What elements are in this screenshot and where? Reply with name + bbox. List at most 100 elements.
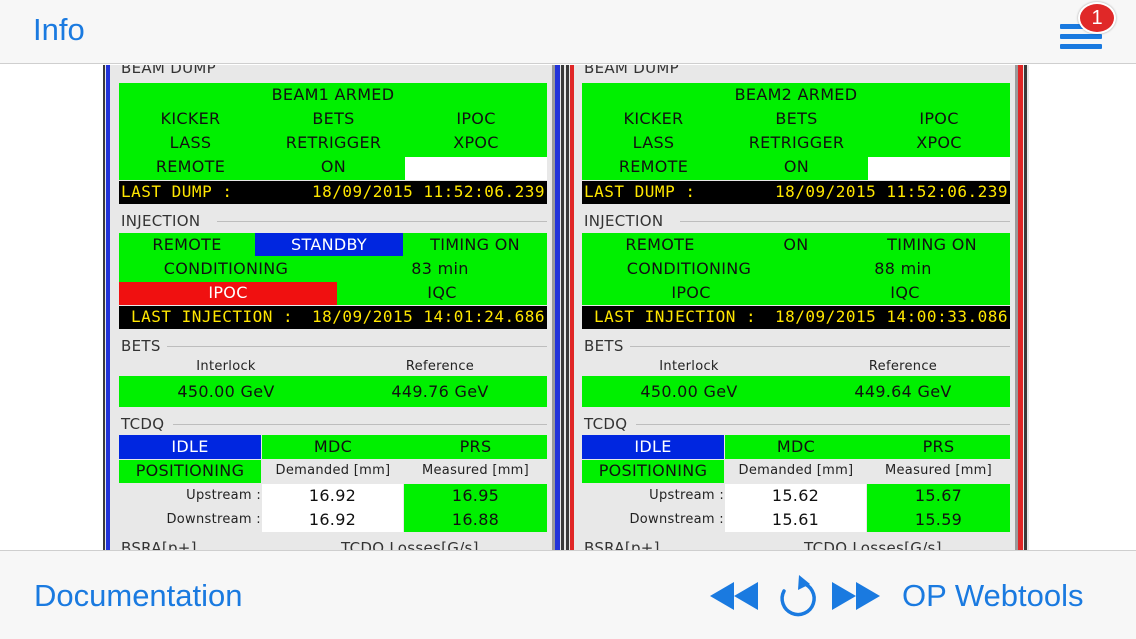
rewind-button[interactable]: [708, 573, 758, 619]
panel-border: [566, 65, 569, 550]
injection-title: INJECTION: [584, 212, 664, 230]
interlock-value: 450.00 GeV: [177, 382, 275, 401]
interlock-label: Interlock: [196, 359, 256, 374]
refresh-icon: [780, 575, 816, 617]
page-title: Info: [33, 12, 85, 47]
section-divider: [173, 424, 547, 425]
ipoc-label: IPOC: [456, 109, 496, 128]
beam-status: BEAM1 ARMED: [271, 85, 395, 104]
tcdq-mdc: MDC: [776, 437, 816, 456]
tcdq-title: TCDQ: [584, 415, 628, 433]
menu-icon-line: [1060, 34, 1102, 39]
injection-iqc: IQC: [890, 283, 920, 302]
tcdq-state: IDLE: [634, 437, 672, 456]
timing-state: TIMING ON: [887, 235, 977, 254]
beam-dump-title: BEAM DUMP: [121, 65, 216, 77]
remote-label: REMOTE: [155, 157, 226, 176]
upstream-measured: 15.67: [914, 486, 963, 505]
beam-status: BEAM2 ARMED: [734, 85, 858, 104]
downstream-measured: 15.59: [914, 510, 963, 529]
bsra-title: BSRA[p+]: [584, 539, 660, 550]
conditioning-value: 83 min: [411, 259, 469, 278]
timing-state: TIMING ON: [430, 235, 520, 254]
injection-title: INJECTION: [121, 212, 201, 230]
downstream-measured: 16.88: [451, 510, 500, 529]
upstream-label: Upstream :: [186, 488, 261, 503]
conditioning-label: CONDITIONING: [163, 259, 289, 278]
measured-label: Measured [mm]: [421, 463, 529, 478]
notification-badge: 1: [1078, 2, 1116, 34]
demanded-label: Demanded [mm]: [275, 463, 391, 478]
last-dump-value: 18/09/2015 11:52:06.239: [774, 182, 1008, 201]
tcdq-prs: PRS: [459, 437, 492, 456]
demanded-label: Demanded [mm]: [738, 463, 854, 478]
section-divider: [680, 221, 1010, 222]
tcdq-state: IDLE: [171, 437, 209, 456]
positioning-label: POSITIONING: [135, 461, 245, 480]
downstream-label: Downstream :: [629, 512, 724, 527]
injection-mode: STANDBY: [291, 235, 367, 254]
bets-label: BETS: [312, 109, 355, 128]
injection-ipoc: IPOC: [208, 283, 248, 302]
beam2-color-stripe: [570, 65, 574, 550]
upstream-label: Upstream :: [649, 488, 724, 503]
last-dump-value: 18/09/2015 11:52:06.239: [311, 182, 545, 201]
injection-iqc: IQC: [427, 283, 457, 302]
xpoc-label: XPOC: [916, 133, 962, 152]
section-divider: [630, 346, 1010, 347]
remote-label: REMOTE: [618, 157, 689, 176]
rewind-icon: [710, 582, 758, 610]
menu-button[interactable]: 1: [1056, 2, 1120, 58]
section-divider: [636, 424, 1010, 425]
last-injection-value: 18/09/2015 14:00:33.086: [774, 307, 1008, 326]
beam1-color-stripe: [555, 65, 560, 550]
last-dump-label: LAST DUMP :: [121, 182, 233, 201]
injection-remote-label: REMOTE: [625, 235, 695, 254]
bets-title: BETS: [584, 337, 624, 355]
upstream-measured: 16.95: [451, 486, 500, 505]
reference-label: Reference: [868, 359, 938, 374]
remote-state: ON: [320, 157, 347, 176]
tcdq-losses-title: TCDQ Losses[G/s]: [804, 539, 942, 550]
documentation-button[interactable]: Documentation: [34, 578, 243, 614]
reference-label: Reference: [405, 359, 475, 374]
last-injection-label: LAST INJECTION :: [594, 307, 757, 326]
fast-forward-button[interactable]: [832, 573, 882, 619]
remote-state: ON: [783, 157, 810, 176]
tcdq-title: TCDQ: [121, 415, 165, 433]
last-injection-value: 18/09/2015 14:01:24.686: [311, 307, 545, 326]
upstream-demanded: 16.92: [308, 486, 357, 505]
tcdq-prs: PRS: [922, 437, 955, 456]
op-webtools-button[interactable]: OP Webtools: [902, 578, 1084, 614]
injection-ipoc: IPOC: [671, 283, 711, 302]
section-divider: [167, 346, 547, 347]
empty-cell: [868, 157, 1010, 180]
navigation-bar: Info 1: [0, 0, 1136, 64]
xpoc-label: XPOC: [453, 133, 499, 152]
lass-label: LASS: [632, 133, 675, 152]
lass-label: LASS: [169, 133, 212, 152]
empty-cell: [405, 157, 547, 180]
beam2-panel: BEAM DUMP BEAM2 ARMED KICKER BETS IPOC L…: [566, 65, 1029, 550]
ipoc-label: IPOC: [919, 109, 959, 128]
tcdq-mdc: MDC: [313, 437, 353, 456]
tcdq-losses-title: TCDQ Losses[G/s]: [341, 539, 479, 550]
panel-border: [561, 65, 564, 550]
measured-label: Measured [mm]: [884, 463, 992, 478]
section-divider: [217, 221, 547, 222]
downstream-label: Downstream :: [166, 512, 261, 527]
downstream-demanded: 16.92: [308, 510, 357, 529]
bets-label: BETS: [775, 109, 818, 128]
interlock-value: 450.00 GeV: [640, 382, 738, 401]
beam1-frame: BEAM DUMP BEAM1 ARMED KICKER BETS IPOC L…: [119, 65, 547, 550]
content-area[interactable]: BEAM DUMP BEAM1 ARMED KICKER BETS IPOC L…: [0, 65, 1136, 550]
interlock-label: Interlock: [659, 359, 719, 374]
bottom-toolbar: Documentation OP Webtools: [0, 550, 1136, 639]
conditioning-label: CONDITIONING: [626, 259, 752, 278]
beam1-panel: BEAM DUMP BEAM1 ARMED KICKER BETS IPOC L…: [103, 65, 566, 550]
upstream-demanded: 15.62: [771, 486, 820, 505]
retrigger-label: RETRIGGER: [748, 133, 845, 152]
menu-icon-line: [1060, 44, 1102, 49]
refresh-button[interactable]: [772, 573, 822, 619]
positioning-label: POSITIONING: [598, 461, 708, 480]
